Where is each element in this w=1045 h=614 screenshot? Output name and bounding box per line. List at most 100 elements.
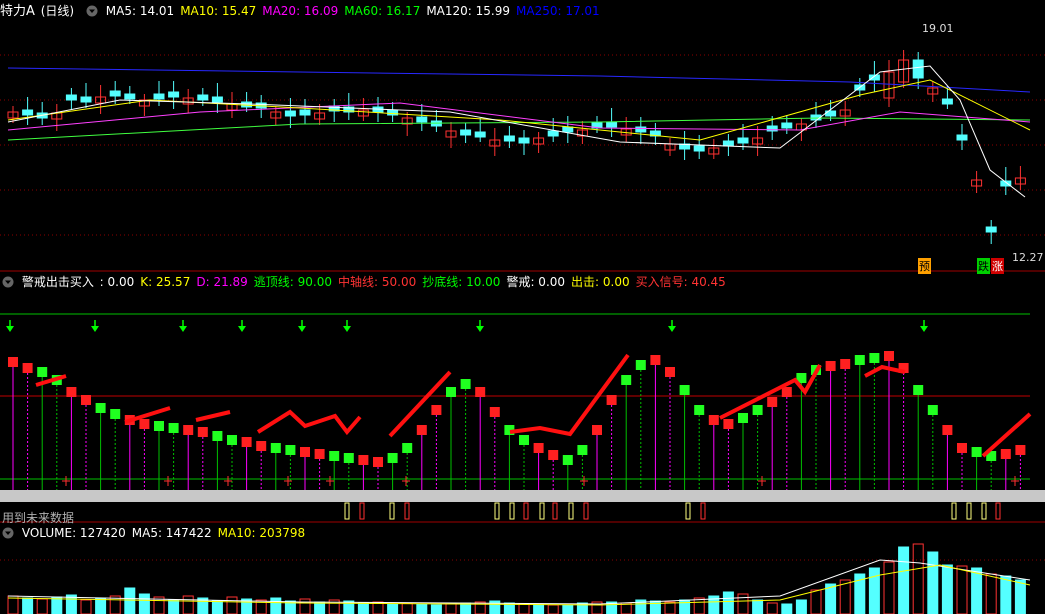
volume-bar xyxy=(883,561,895,614)
panel-menu-icon[interactable] xyxy=(86,5,98,17)
volume-bar xyxy=(226,596,238,614)
volume-bar xyxy=(357,602,369,614)
volume-legend-item: VOLUME: 127420 xyxy=(21,526,126,540)
future-data-bar xyxy=(0,490,1045,502)
volume-bar xyxy=(416,603,428,614)
alert-arrow-icon xyxy=(920,326,928,332)
volume-bar xyxy=(1000,575,1012,614)
indicator-candle xyxy=(270,443,281,453)
indicator-legend-item: 警戒: 0.00 xyxy=(506,275,566,289)
volume-legend-item: MA10: 203798 xyxy=(217,526,306,540)
signal-tick xyxy=(966,502,972,520)
volume-bar xyxy=(693,597,705,614)
volume-bar xyxy=(270,597,282,614)
volume-bar xyxy=(401,602,413,614)
signal-tick xyxy=(494,502,500,520)
volume-bar xyxy=(766,602,778,614)
indicator-candle xyxy=(854,355,865,365)
ma20-line xyxy=(7,102,1031,131)
signal-tick xyxy=(344,502,350,520)
indicator-candle xyxy=(840,359,851,369)
alert-arrow-icon xyxy=(6,326,14,332)
price-candle xyxy=(635,126,647,133)
alert-arrow-icon xyxy=(238,326,246,332)
indicator-name[interactable]: 警戒出击买入 xyxy=(22,275,94,289)
indicator-candle xyxy=(22,363,33,373)
indicator-candle xyxy=(679,385,690,395)
ma-legend-item: MA60: 16.17 xyxy=(344,4,421,18)
indicator-candle xyxy=(606,395,617,405)
indicator-candle xyxy=(314,449,325,459)
indicator-candle xyxy=(869,353,880,363)
signal-tick xyxy=(359,502,365,520)
indicator-candle xyxy=(767,397,778,407)
volume-panel-header: VOLUME: 127420 MA5: 147422 MA10: 203798 xyxy=(0,524,317,542)
price-candle xyxy=(606,121,618,128)
signal-tick xyxy=(568,502,574,520)
volume-bar xyxy=(124,587,136,614)
indicator-candle xyxy=(460,379,471,389)
stock-title[interactable]: 特力A xyxy=(0,4,35,19)
indicator-candle xyxy=(942,425,953,435)
signal-tick xyxy=(981,502,987,520)
volume-bar xyxy=(533,603,545,614)
volume-bar xyxy=(547,604,559,614)
volume-bar xyxy=(80,599,92,614)
indicator-candle xyxy=(781,387,792,397)
signal-tick xyxy=(404,502,410,520)
volume-bar xyxy=(36,598,48,614)
price-candle xyxy=(416,116,428,123)
indicator-candle xyxy=(358,455,369,465)
price-candle xyxy=(109,90,121,97)
price-candle xyxy=(460,129,472,136)
indicator-candle xyxy=(884,351,894,361)
signal-die-badge: 跌 xyxy=(977,258,990,274)
panel-menu-icon[interactable] xyxy=(2,276,14,288)
indicator-candle xyxy=(708,415,719,425)
indicator-candle xyxy=(329,451,340,461)
price-candle xyxy=(80,96,92,103)
signal-tick xyxy=(552,502,558,520)
indicator-candle xyxy=(650,355,661,365)
indicator-candle xyxy=(752,405,763,415)
price-candle xyxy=(518,137,530,144)
indicator-candle xyxy=(300,447,310,457)
indicator-legend-item: 出击: 0.00 xyxy=(571,275,630,289)
period-label[interactable]: (日线) xyxy=(41,4,74,18)
signal-tick xyxy=(509,502,515,520)
indicator-candle xyxy=(256,441,267,451)
indicator-candle xyxy=(592,425,602,435)
volume-bar xyxy=(314,601,326,614)
volume-bar xyxy=(752,599,764,614)
signal-tick xyxy=(389,502,395,520)
indicator-candle xyxy=(446,387,456,397)
ma-legend-item: MA120: 15.99 xyxy=(426,4,511,18)
alert-arrow-icon xyxy=(298,326,306,332)
price-candle xyxy=(474,131,486,138)
volume-bar xyxy=(211,600,223,614)
price-candle xyxy=(956,134,968,141)
price-candle xyxy=(941,98,953,105)
indicator-candle xyxy=(621,375,632,385)
stock-chart-canvas[interactable] xyxy=(0,0,1045,614)
indicator-candle xyxy=(738,413,748,423)
panel-menu-icon[interactable] xyxy=(2,527,14,539)
alert-arrow-icon xyxy=(476,326,484,332)
ma-legend-item: MA5: 14.01 xyxy=(105,4,175,18)
indicator-candle xyxy=(95,403,106,413)
price-candle xyxy=(124,93,136,100)
volume-bar xyxy=(971,567,983,614)
indicator-legend-item: 抄底线: 10.00 xyxy=(422,275,501,289)
indicator-candle xyxy=(416,425,427,435)
volume-bar xyxy=(722,591,734,614)
signal-tick xyxy=(951,502,957,520)
buy-signal-line xyxy=(195,410,231,422)
price-candle xyxy=(912,59,924,79)
price-candle xyxy=(22,109,34,116)
volume-bar xyxy=(810,589,822,614)
indicator-candle xyxy=(37,367,48,377)
indicator-candle xyxy=(168,423,179,433)
price-candle xyxy=(65,94,77,101)
indicator-candle xyxy=(562,455,573,465)
volume-bar xyxy=(781,603,793,614)
